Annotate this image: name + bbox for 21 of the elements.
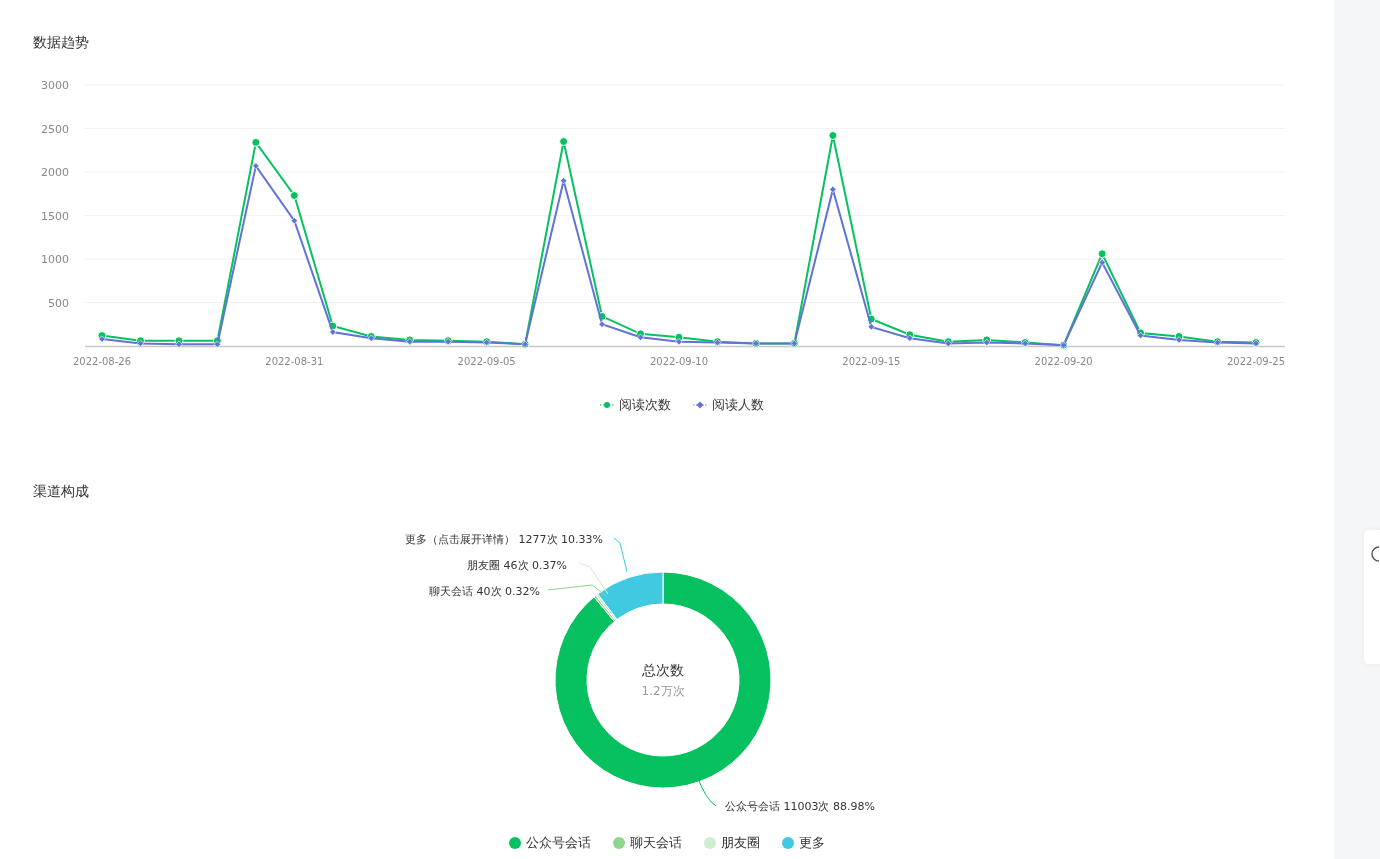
axis-tick-label: 500 (48, 296, 69, 310)
section-title: 渠道构成 (32, 482, 90, 501)
axis-tick-label: 1000 (41, 253, 69, 266)
axis-tick-label: 2022-09-25 (1226, 356, 1286, 367)
axis-tick-label: 2022-09-05 (457, 356, 516, 367)
slice-label: 更多（点击展开详情） 1277次 10.33% (405, 533, 603, 546)
slice-label: 聊天会话 40次 0.32% (429, 585, 540, 598)
axis-tick-label: 2022-08-31 (265, 356, 324, 367)
axis-tick-label: 2000 (41, 166, 69, 179)
axis-tick-label: 2022-08-26 (72, 356, 132, 367)
axis-tick-label: 2022-09-10 (649, 356, 709, 367)
axis-tick-label: 2022-09-15 (842, 356, 901, 367)
slice-label: 公众号会话 11003次 88.98% (725, 800, 875, 813)
donut-center-value: 1.2万次 (641, 684, 685, 698)
section-title: 数据趋势 (32, 33, 90, 52)
slice-label: 朋友圈 46次 0.37% (467, 559, 567, 572)
axis-tick-label: 3000 (41, 79, 69, 92)
axis-tick-label: 2500 (41, 122, 69, 136)
axis-tick-label: 1500 (41, 209, 69, 223)
axis-tick-label: 2022-09-20 (1034, 356, 1093, 367)
donut-center-label: 总次数 (642, 662, 684, 678)
